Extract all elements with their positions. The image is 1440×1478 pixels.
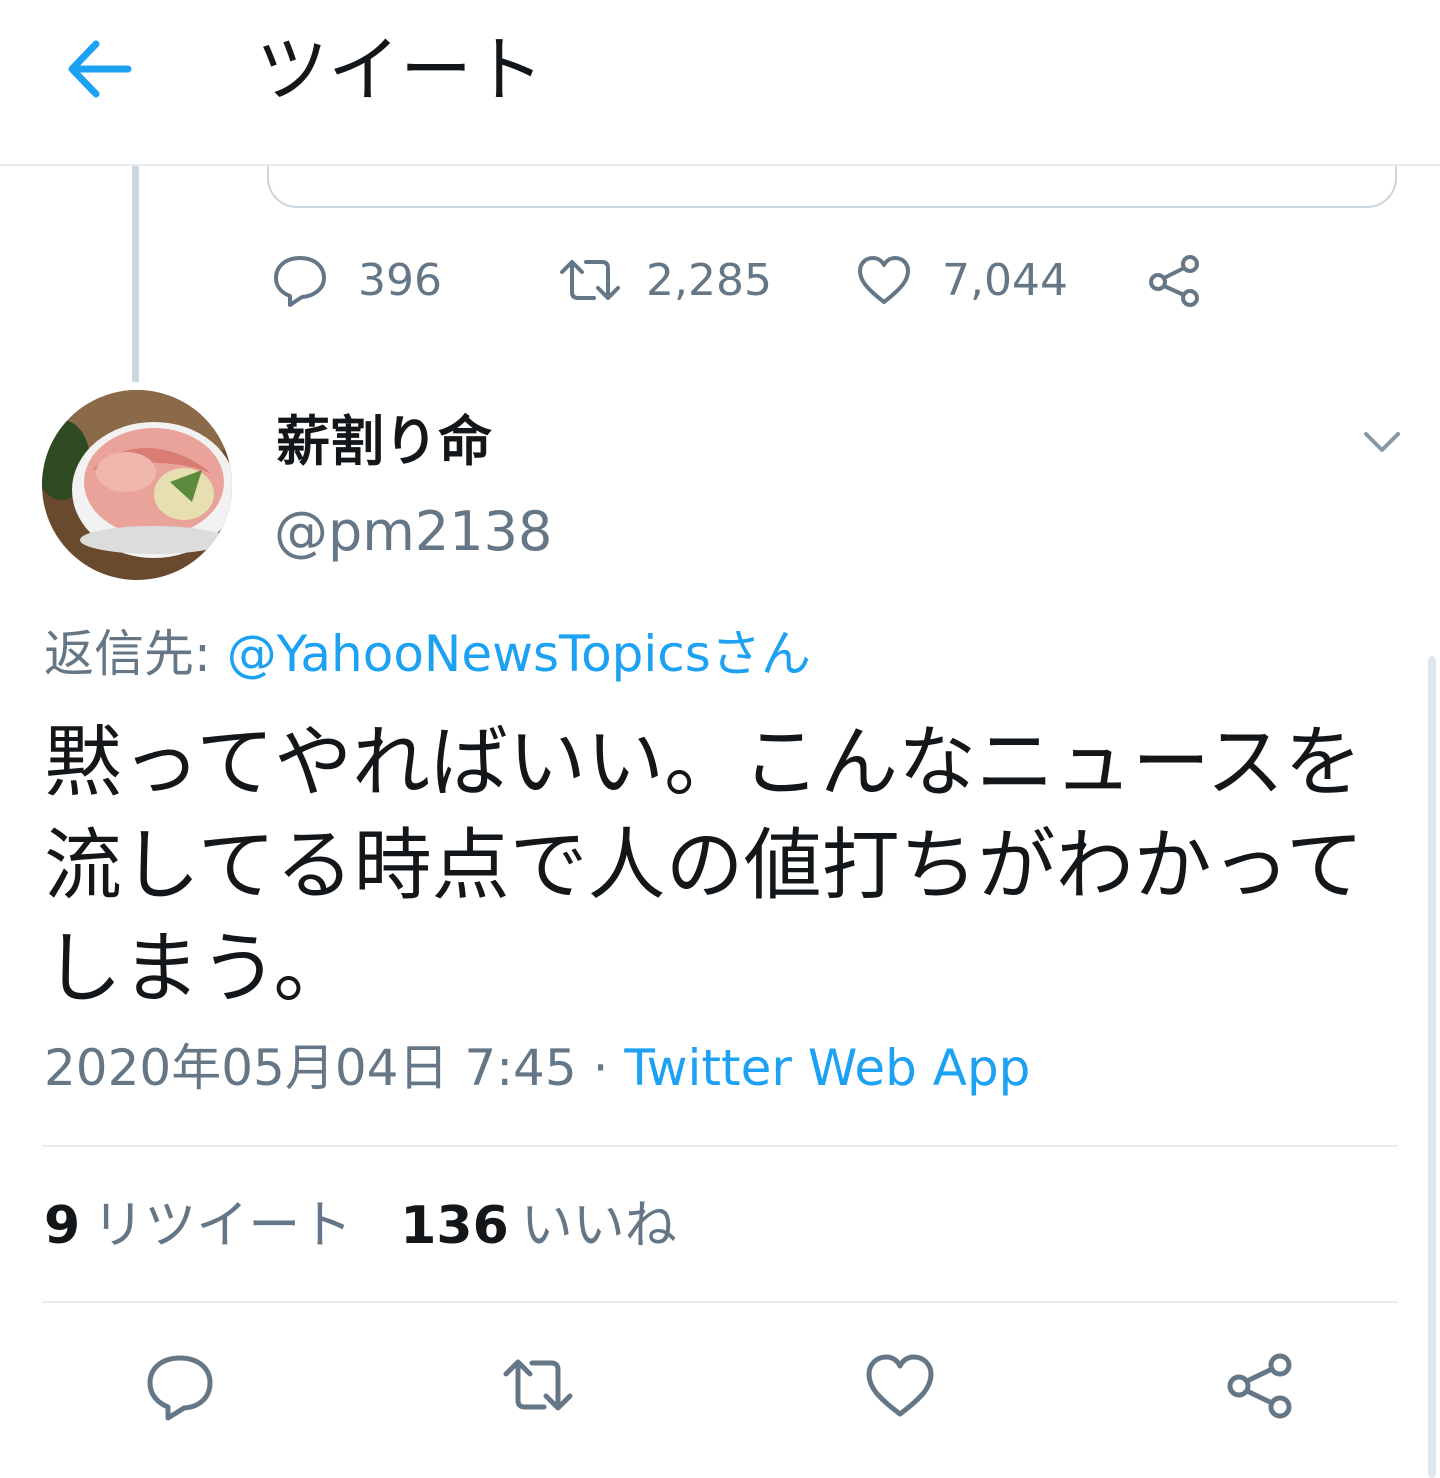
retweets-stat[interactable]: 9 リツイート: [44, 1196, 352, 1256]
retweet-total: 9: [44, 1196, 81, 1256]
tweet-actions: [0, 1350, 1440, 1430]
likes-stat[interactable]: 136 いいね: [400, 1196, 677, 1256]
back-button[interactable]: [62, 36, 134, 102]
retweet-count: 2,285: [646, 254, 772, 306]
parent-reply-button[interactable]: 396: [272, 248, 442, 312]
parent-tweet-actions: 396 2,285 7,044: [272, 248, 1272, 312]
speech-bubble-icon: [147, 1355, 213, 1421]
reply-context: 返信先: @YahooNewsTopicsさん: [44, 622, 811, 686]
meta-separator: ·: [576, 1039, 625, 1097]
more-options-button[interactable]: [1358, 418, 1406, 466]
retweet-button[interactable]: [502, 1350, 574, 1422]
reply-count: 396: [358, 254, 442, 306]
card-text-fragment: [429, 182, 989, 200]
divider: [42, 1301, 1398, 1303]
tweet-meta: 2020年05月04日 7:45 · Twitter Web App: [44, 1036, 1030, 1100]
avatar-image: [42, 390, 232, 580]
like-label: いいね: [520, 1196, 677, 1256]
top-app-bar: ツイート: [0, 0, 1440, 166]
display-name[interactable]: 薪割り命: [276, 410, 492, 474]
parent-like-button[interactable]: 7,044: [856, 248, 1068, 312]
reply-prefix: 返信先:: [44, 625, 227, 683]
page-title: ツイート: [256, 28, 545, 112]
chevron-down-icon: [1364, 432, 1400, 452]
divider: [42, 1145, 1398, 1147]
share-button[interactable]: [1224, 1350, 1296, 1422]
parent-retweet-button[interactable]: 2,285: [558, 248, 772, 312]
parent-share-button[interactable]: [1146, 248, 1202, 312]
retweet-label: リツイート: [92, 1196, 353, 1256]
thread-connector-line: [132, 166, 139, 382]
share-nodes-icon: [1227, 1353, 1292, 1419]
speech-bubble-icon: [274, 256, 326, 307]
avatar[interactable]: [42, 390, 232, 580]
like-button[interactable]: [864, 1350, 936, 1422]
share-nodes-icon: [1149, 255, 1199, 307]
user-handle[interactable]: @pm2138: [274, 500, 552, 564]
reply-to-link[interactable]: @YahooNewsTopicsさん: [227, 625, 811, 683]
heart-icon: [858, 256, 910, 304]
engagement-stats: 9 リツイート 136 いいね: [44, 1194, 677, 1258]
like-count: 7,044: [942, 254, 1068, 306]
reply-button[interactable]: [144, 1350, 216, 1422]
retweet-arrows-icon: [503, 1359, 573, 1411]
source-link[interactable]: Twitter Web App: [624, 1039, 1030, 1097]
arrow-left-icon: [68, 40, 132, 98]
like-total: 136: [400, 1196, 509, 1256]
heart-icon: [866, 1354, 934, 1417]
retweet-arrows-icon: [560, 260, 620, 300]
tweet-text: 黙ってやればいい。こんなニュースを流してる時点で人の値打ちがわかってしまう。: [44, 718, 1364, 1014]
timestamp: 2020年05月04日 7:45: [44, 1039, 577, 1097]
scrollbar[interactable]: [1428, 656, 1436, 1478]
